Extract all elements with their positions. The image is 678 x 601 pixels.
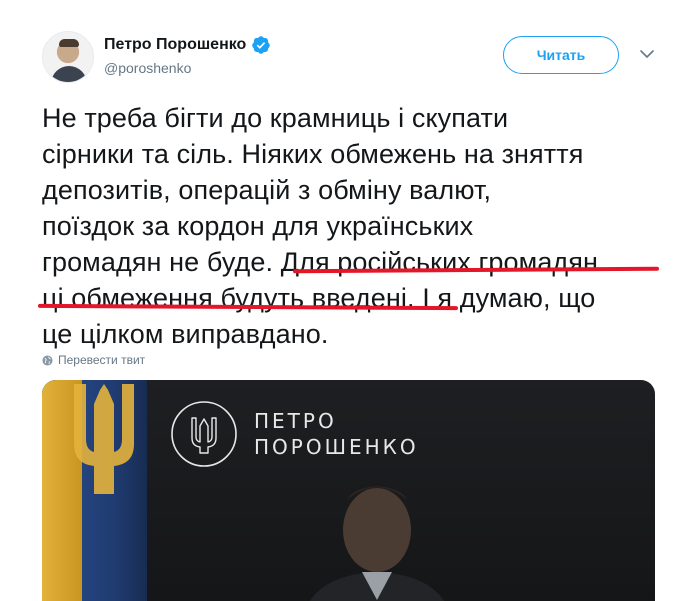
brand-logo: ПЕТРО ПОРОШЕНКО xyxy=(170,400,419,468)
tweet-line: депозитів, операцій з обміну валют, xyxy=(42,175,492,205)
trident-emblem-icon xyxy=(171,401,237,467)
author-handle[interactable]: @poroshenko xyxy=(104,60,271,76)
brand-line-1: ПЕТРО xyxy=(254,409,337,433)
tweet-line: ці обмеження будуть введені. І я думаю, … xyxy=(42,280,662,316)
translate-tweet-link[interactable]: Перевести твит xyxy=(42,353,145,367)
avatar[interactable] xyxy=(42,31,94,83)
trident-icon xyxy=(74,384,134,494)
avatar-suit xyxy=(51,66,87,82)
author-display-name[interactable]: Петро Порошенко xyxy=(104,36,246,54)
tweet-line: поїздок за кордон для українських xyxy=(42,211,474,241)
tweet-text-segment: громадян не буде. xyxy=(42,247,281,277)
tweet-line: це цілком виправдано. xyxy=(42,319,329,349)
follow-button[interactable]: Читать xyxy=(503,36,619,74)
tweet-line: громадян не буде. Для російських громадя… xyxy=(42,244,662,280)
chevron-down-icon[interactable] xyxy=(639,46,655,62)
tweet: Петро Порошенко @poroshenko Читать Не тр… xyxy=(0,0,678,601)
media-card[interactable]: ПЕТРО ПОРОШЕНКО xyxy=(42,380,655,601)
brand-name: ПЕТРО ПОРОШЕНКО xyxy=(254,408,419,460)
translate-label[interactable]: Перевести твит xyxy=(58,353,145,367)
tweet-line: Не треба бігти до крамниць і скупати xyxy=(42,103,509,133)
person-silhouette xyxy=(310,486,444,601)
tweet-line: сірники та сіль. Ніяких обмежень на знят… xyxy=(42,139,584,169)
avatar-hair xyxy=(59,39,79,47)
globe-icon xyxy=(42,354,53,366)
verified-icon xyxy=(252,36,271,54)
author-block: Петро Порошенко @poroshenko xyxy=(104,35,271,76)
tweet-text: Не треба бігти до крамниць і скупати сір… xyxy=(42,100,662,352)
author-name-row: Петро Порошенко xyxy=(104,35,271,55)
brand-line-2: ПОРОШЕНКО xyxy=(254,435,419,459)
